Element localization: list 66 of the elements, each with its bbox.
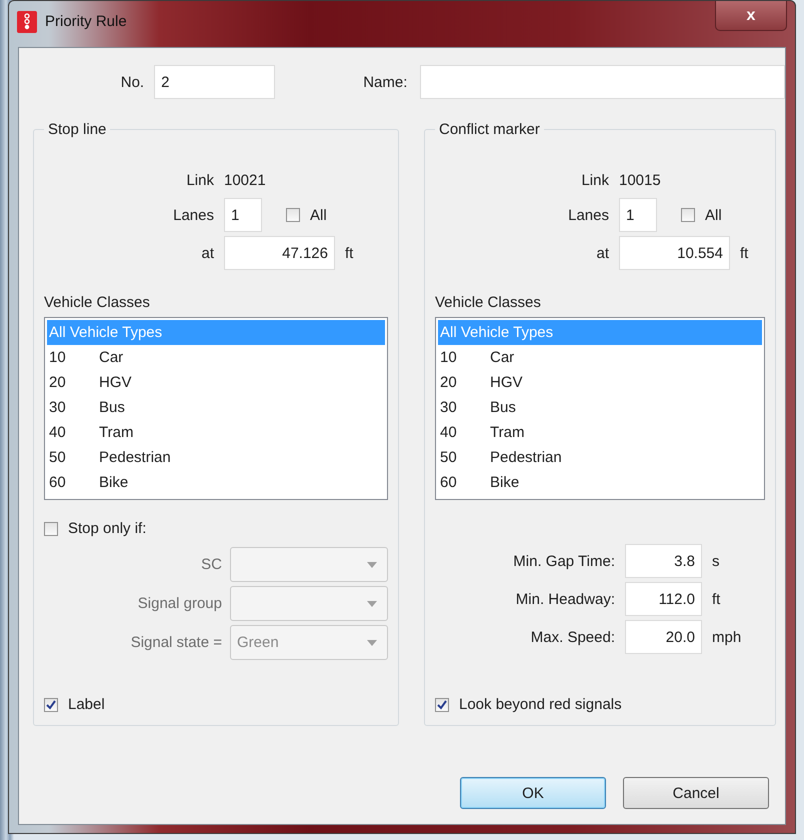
list-item[interactable]: 40 Tram (438, 420, 762, 445)
checkbox[interactable] (44, 698, 58, 712)
dialog-button[interactable]: Cancel (623, 777, 769, 809)
input-field[interactable]: 1 (224, 198, 262, 232)
section-label: Vehicle Classes (435, 294, 542, 311)
number-label: No. (120, 74, 144, 90)
vehicle-class-list[interactable]: All Vehicle Types 10 Car 20 HGV 30 Bus 40 Tram 50 Pedestrian 60 Bike (44, 317, 388, 500)
input-field[interactable]: 20.0 (625, 620, 702, 654)
unit-label: s (712, 552, 720, 570)
checkbox[interactable] (681, 208, 695, 222)
link-value: 10015 (619, 170, 662, 190)
list-item[interactable]: 30 Bus (438, 395, 762, 420)
unit-label: ft (740, 244, 748, 262)
param-label: Min. Headway: (514, 590, 615, 608)
input-field[interactable]: 47.126 (224, 236, 335, 270)
name-label: Name: (362, 74, 408, 90)
traffic-light-icon (17, 11, 37, 33)
group-title: Conflict marker (438, 121, 541, 138)
list-item[interactable]: 20 HGV (47, 370, 385, 395)
checkbox[interactable] (286, 208, 300, 222)
checkbox[interactable] (435, 698, 449, 712)
section-label: Vehicle Classes (44, 294, 151, 311)
unit-label: ft (712, 590, 722, 608)
input-field[interactable]: 1 (619, 198, 657, 232)
unit-label: ft (345, 244, 354, 262)
group-title: Stop line (47, 121, 108, 138)
dialog-button[interactable]: OK (460, 777, 606, 809)
combo-label: SC (200, 556, 222, 573)
input-field[interactable]: 3.8 (625, 544, 702, 578)
list-item[interactable]: 20 HGV (438, 370, 762, 395)
list-item[interactable]: 50 Pedestrian (438, 445, 762, 470)
lanes-label: Lanes (172, 206, 214, 226)
caret-icon (367, 562, 377, 568)
list-item[interactable]: 10 Car (438, 345, 762, 370)
link-label: Link (185, 170, 214, 190)
input-field[interactable] (420, 65, 785, 99)
unit-label: mph (712, 628, 742, 646)
at-label: at (595, 244, 609, 264)
link-value: 10021 (224, 170, 267, 190)
checkbox-label: Stop only if: (68, 520, 146, 537)
caret-icon (367, 600, 377, 606)
window-title: Priority Rule (45, 12, 127, 32)
checkbox-label: Label (68, 696, 105, 713)
list-item[interactable]: 60 Bike (438, 470, 762, 495)
input-field[interactable]: 2 (154, 65, 276, 99)
link-label: Link (580, 170, 609, 190)
lanes-label: Lanes (567, 206, 609, 226)
list-item[interactable]: 40 Tram (47, 420, 385, 445)
input-field[interactable]: 112.0 (625, 582, 702, 616)
vehicle-class-list[interactable]: All Vehicle Types 10 Car 20 HGV 30 Bus 40 Tram 50 Pedestrian 60 Bike (435, 317, 765, 500)
param-label: Max. Speed: (530, 628, 615, 646)
checkbox-label: All (310, 206, 327, 224)
combo-label: Signal group (136, 595, 222, 612)
checkbox[interactable] (44, 522, 58, 536)
at-label: at (200, 244, 214, 264)
list-item[interactable]: 50 Pedestrian (47, 445, 385, 470)
checkbox-label: All (705, 206, 722, 224)
list-item[interactable]: 60 Bike (47, 470, 385, 495)
list-item[interactable]: 10 Car (47, 345, 385, 370)
param-label: Min. Gap Time: (512, 552, 615, 570)
combo-label: Signal state = (130, 634, 222, 651)
caret-icon (367, 640, 377, 646)
input-field[interactable]: 10.554 (619, 236, 730, 270)
close-button[interactable]: x (715, 1, 787, 31)
checkbox-label: Look beyond red signals (459, 696, 622, 713)
list-item[interactable]: 30 Bus (47, 395, 385, 420)
